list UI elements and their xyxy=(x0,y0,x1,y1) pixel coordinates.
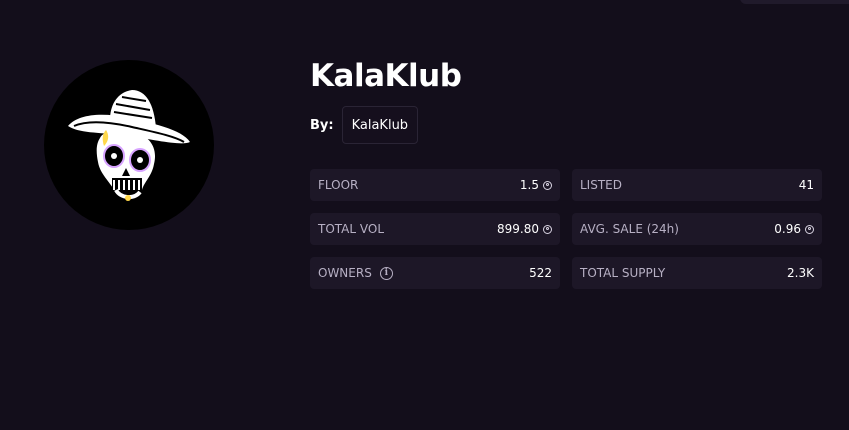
stat-avg-sale-value-wrap: 0.96 xyxy=(774,222,814,236)
stat-listed-value: 41 xyxy=(798,178,814,192)
sol-icon xyxy=(805,224,814,234)
stat-avg-sale: AVG. SALE (24h) 0.96 xyxy=(572,213,822,245)
skull-sombrero-icon xyxy=(68,90,190,201)
stat-avg-sale-value: 0.96 xyxy=(774,222,801,236)
top-tab-edge[interactable] xyxy=(740,0,849,4)
stat-owners: OWNERS i 522 xyxy=(310,257,560,289)
stat-floor-value-wrap: 1.5 xyxy=(520,178,552,192)
stat-listed-label: LISTED xyxy=(580,178,622,192)
stat-total-vol-value-wrap: 899.80 xyxy=(497,222,552,236)
creator-row: By: KalaKlub xyxy=(310,106,419,144)
stat-floor-label: FLOOR xyxy=(318,178,359,192)
stats-grid: FLOOR 1.5 LISTED 41 TOTAL VOL 899.80 AVG… xyxy=(310,169,822,289)
collection-title: KalaKlub xyxy=(310,58,462,94)
stat-total-supply-label: TOTAL SUPPLY xyxy=(580,266,666,280)
stat-owners-value: 522 xyxy=(529,266,552,280)
sol-icon xyxy=(543,180,552,190)
creator-name: KalaKlub xyxy=(351,117,409,133)
stat-total-supply-value: 2.3K xyxy=(787,266,814,280)
collection-avatar xyxy=(44,60,214,230)
stat-total-supply: TOTAL SUPPLY 2.3K xyxy=(572,257,822,289)
collection-header: KalaKlub By: KalaKlub FLOOR 1.5 LISTED 4… xyxy=(0,0,849,430)
creator-chip[interactable]: KalaKlub xyxy=(341,106,419,144)
stat-total-vol: TOTAL VOL 899.80 xyxy=(310,213,560,245)
stat-listed: LISTED 41 xyxy=(572,169,822,201)
stat-floor-value: 1.5 xyxy=(519,178,539,192)
stat-floor: FLOOR 1.5 xyxy=(310,169,560,201)
stat-total-vol-value: 899.80 xyxy=(497,222,539,236)
info-icon[interactable]: i xyxy=(379,266,393,280)
by-label: By: xyxy=(310,117,334,133)
sol-icon xyxy=(543,224,552,234)
stat-owners-label-wrap: OWNERS i xyxy=(318,266,393,280)
stat-avg-sale-label: AVG. SALE (24h) xyxy=(580,222,679,236)
stat-owners-label: OWNERS xyxy=(318,266,372,280)
stat-total-vol-label: TOTAL VOL xyxy=(318,222,385,236)
